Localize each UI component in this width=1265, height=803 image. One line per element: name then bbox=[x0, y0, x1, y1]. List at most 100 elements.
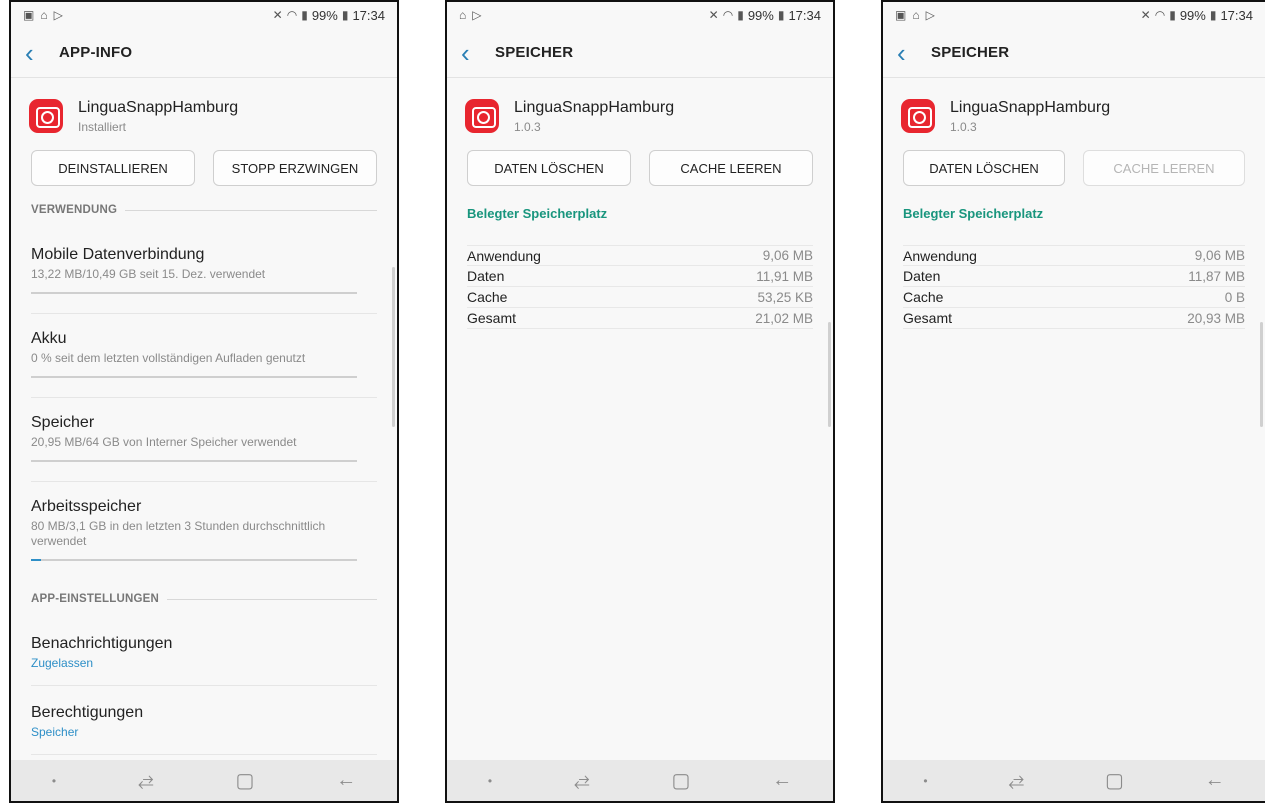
row-value: 21,02 MB bbox=[755, 310, 813, 326]
clock: 17:34 bbox=[788, 7, 821, 23]
mute-icon: ✕ bbox=[708, 8, 719, 22]
section-header-usage: VERWENDUNG bbox=[11, 204, 397, 216]
battery-percent: 99% bbox=[311, 7, 338, 23]
play-store-notification-icon: ▷ bbox=[925, 8, 935, 22]
app-header: LinguaSnappHamburg 1.0.3 bbox=[447, 78, 833, 138]
battery-percent: 99% bbox=[1179, 7, 1206, 23]
usage-progress-bar bbox=[31, 559, 357, 561]
section-label: VERWENDUNG bbox=[31, 204, 118, 216]
signal-icon: ▮ bbox=[301, 8, 308, 22]
usage-progress-bar bbox=[31, 376, 357, 378]
clear-cache-button-disabled: CACHE LEEREN bbox=[1083, 150, 1245, 186]
recents-icon[interactable]: ⥄ bbox=[138, 769, 154, 792]
storage-used-heading: Belegter Speicherplatz bbox=[903, 206, 1044, 221]
pref-summary: 0 % seit dem letzten vollständigen Aufla… bbox=[31, 351, 306, 365]
app-header: LinguaSnappHamburg 1.0.3 bbox=[883, 78, 1265, 138]
pref-summary: 20,95 MB/64 GB von Interner Speicher ver… bbox=[31, 435, 297, 449]
recents-icon[interactable]: ⥄ bbox=[1008, 769, 1024, 792]
back-arrow-icon[interactable]: ‹ bbox=[461, 40, 489, 66]
clear-data-button[interactable]: DATEN LÖSCHEN bbox=[903, 150, 1065, 186]
navigation-bar: • ⥄ ▢ ← bbox=[883, 760, 1265, 801]
usage-progress-bar bbox=[31, 460, 357, 462]
back-nav-icon[interactable]: ← bbox=[336, 769, 356, 792]
play-store-notification-icon: ▷ bbox=[472, 8, 482, 22]
nav-dot-icon[interactable]: • bbox=[488, 774, 492, 788]
lock-notification-icon: ⌂ bbox=[912, 8, 920, 22]
pref-memory[interactable]: Arbeitsspeicher 80 MB/3,1 GB in den letz… bbox=[11, 498, 397, 561]
row-value: 11,87 MB bbox=[1188, 268, 1245, 284]
row-label: Anwendung bbox=[903, 247, 977, 264]
clear-cache-button[interactable]: CACHE LEEREN bbox=[649, 150, 813, 186]
phone-screen-storage-after: ▣ ⌂ ▷ ✕ ◠ ▮ 99% ▮ 17:34 ‹ SPEICHER Lingu… bbox=[881, 0, 1265, 803]
row-label: Daten bbox=[903, 268, 941, 284]
storage-row-total: Gesamt 21,02 MB bbox=[467, 308, 813, 329]
app-version: 1.0.3 bbox=[950, 119, 977, 134]
pref-battery[interactable]: Akku 0 % seit dem letzten vollständigen … bbox=[11, 330, 397, 398]
wifi-icon: ◠ bbox=[722, 8, 734, 22]
nav-dot-icon[interactable]: • bbox=[52, 774, 56, 788]
action-buttons: DATEN LÖSCHEN CACHE LEEREN bbox=[447, 138, 833, 186]
row-value: 53,25 KB bbox=[757, 289, 813, 305]
section-label: APP-EINSTELLUNGEN bbox=[31, 593, 159, 605]
row-value: 9,06 MB bbox=[1194, 248, 1245, 263]
pref-title: Speicher bbox=[31, 414, 95, 431]
battery-icon: ▮ bbox=[341, 8, 349, 22]
storage-row-app: Anwendung 9,06 MB bbox=[903, 245, 1245, 266]
pref-title: Mobile Datenverbindung bbox=[31, 246, 205, 263]
status-bar: ▣ ⌂ ▷ ✕ ◠ ▮ 99% ▮ 17:34 bbox=[883, 2, 1265, 28]
scrollbar[interactable] bbox=[1260, 322, 1263, 427]
action-buttons: DATEN LÖSCHEN CACHE LEEREN bbox=[883, 138, 1265, 186]
pref-title: Benachrichtigungen bbox=[31, 635, 173, 652]
lock-notification-icon: ⌂ bbox=[459, 8, 467, 22]
clock: 17:34 bbox=[1220, 7, 1253, 23]
storage-table: Anwendung 9,06 MB Daten 11,91 MB Cache 53,2… bbox=[447, 221, 833, 329]
pref-permissions[interactable]: Berechtigungen Speicher bbox=[11, 704, 397, 755]
back-arrow-icon[interactable]: ‹ bbox=[25, 40, 53, 66]
row-label: Cache bbox=[903, 289, 944, 305]
back-nav-icon[interactable]: ← bbox=[1205, 769, 1225, 792]
scrollbar[interactable] bbox=[828, 322, 831, 427]
storage-row-total: Gesamt 20,93 MB bbox=[903, 308, 1245, 329]
status-bar: ▣ ⌂ ▷ ✕ ◠ ▮ 99% ▮ 17:34 bbox=[11, 2, 397, 28]
clear-data-button[interactable]: DATEN LÖSCHEN bbox=[467, 150, 631, 186]
section-header-app-settings: APP-EINSTELLUNGEN bbox=[11, 593, 397, 605]
lock-notification-icon: ⌂ bbox=[40, 8, 48, 22]
home-icon[interactable]: ▢ bbox=[672, 768, 691, 793]
pref-title: Akku bbox=[31, 330, 67, 347]
gallery-notification-icon: ▣ bbox=[23, 8, 35, 22]
uninstall-button[interactable]: DEINSTALLIEREN bbox=[31, 150, 195, 186]
camera-app-icon bbox=[29, 99, 63, 133]
row-label: Gesamt bbox=[467, 310, 517, 326]
scrollbar[interactable] bbox=[392, 267, 395, 427]
row-label: Anwendung bbox=[467, 247, 541, 264]
nav-dot-icon[interactable]: • bbox=[923, 774, 927, 788]
camera-app-icon bbox=[901, 99, 935, 133]
play-store-notification-icon: ▷ bbox=[53, 8, 63, 22]
page-title: SPEICHER bbox=[495, 44, 574, 61]
row-label: Cache bbox=[467, 289, 508, 305]
recents-icon[interactable]: ⥄ bbox=[574, 769, 590, 792]
mute-icon: ✕ bbox=[272, 8, 283, 22]
back-nav-icon[interactable]: ← bbox=[772, 769, 792, 792]
navigation-bar: • ⥄ ▢ ← bbox=[447, 760, 833, 801]
pref-storage[interactable]: Speicher 20,95 MB/64 GB von Interner Spe… bbox=[11, 414, 397, 482]
pref-title: Arbeitsspeicher bbox=[31, 498, 142, 515]
storage-row-data: Daten 11,91 MB bbox=[467, 266, 813, 287]
row-label: Daten bbox=[467, 268, 505, 284]
force-stop-button[interactable]: STOPP ERZWINGEN bbox=[213, 150, 377, 186]
home-icon[interactable]: ▢ bbox=[236, 768, 255, 793]
app-install-status: Installiert bbox=[78, 119, 127, 134]
storage-row-cache: Cache 53,25 KB bbox=[467, 287, 813, 308]
home-icon[interactable]: ▢ bbox=[1105, 768, 1124, 793]
pref-notifications[interactable]: Benachrichtigungen Zugelassen bbox=[11, 635, 397, 686]
pref-summary: 80 MB/3,1 GB in den letzten 3 Stunden du… bbox=[31, 519, 326, 548]
back-arrow-icon[interactable]: ‹ bbox=[897, 40, 925, 66]
pref-mobile-data[interactable]: Mobile Datenverbindung 13,22 MB/10,49 GB… bbox=[11, 246, 397, 314]
row-value: 9,06 MB bbox=[762, 248, 813, 263]
storage-row-data: Daten 11,87 MB bbox=[903, 266, 1245, 287]
storage-row-cache: Cache 0 B bbox=[903, 287, 1245, 308]
pref-title: Berechtigungen bbox=[31, 704, 144, 721]
battery-icon: ▮ bbox=[1209, 8, 1217, 22]
gallery-notification-icon: ▣ bbox=[895, 8, 907, 22]
page-title: APP-INFO bbox=[59, 44, 133, 61]
